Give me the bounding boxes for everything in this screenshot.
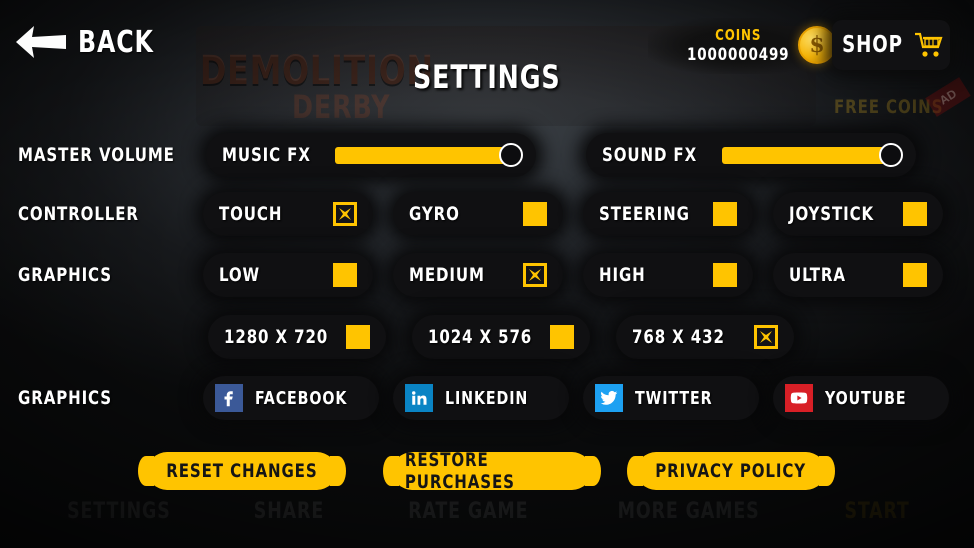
slider-thumb-sound-fx[interactable] bbox=[879, 143, 904, 167]
social-button-facebook[interactable]: FACEBOOK bbox=[203, 376, 379, 420]
checkbox-graphics-low[interactable] bbox=[333, 263, 357, 287]
option-label-touch: TOUCH bbox=[219, 203, 283, 225]
option-controller-gyro[interactable]: GYRO bbox=[393, 192, 563, 236]
slider-track-music-fx[interactable] bbox=[334, 143, 523, 167]
checkbox-resolution-1024x576[interactable] bbox=[550, 325, 574, 349]
privacy-policy-label: PRIVACY POLICY bbox=[655, 460, 807, 482]
check-x-icon bbox=[529, 269, 541, 281]
slider-track-sound-fx[interactable] bbox=[722, 143, 904, 167]
checkbox-graphics-ultra[interactable] bbox=[903, 263, 927, 287]
background-menu-item-rate-game: RATE GAME bbox=[408, 499, 529, 524]
option-controller-touch[interactable]: TOUCH bbox=[203, 192, 373, 236]
page-title-text: SETTINGS bbox=[413, 58, 561, 96]
social-label-youtube: YOUTUBE bbox=[825, 387, 907, 409]
row-social: GRAPHICS FACEBOOK LINKEDIN TWITTER YOUTU… bbox=[0, 376, 974, 420]
row-label-master-volume: MASTER VOLUME bbox=[18, 144, 175, 166]
slider-label-sound-fx: SOUND FX bbox=[602, 144, 698, 166]
slider-music-fx[interactable]: MUSIC FX bbox=[206, 133, 536, 177]
shop-button-label: SHOP bbox=[842, 32, 903, 58]
checkbox-resolution-768x432[interactable] bbox=[754, 325, 778, 349]
option-graphics-ultra[interactable]: ULTRA bbox=[773, 253, 943, 297]
checkbox-controller-touch[interactable] bbox=[333, 202, 357, 226]
background-main-menu: SETTINGS SHARE RATE GAME MORE GAMES STAR… bbox=[0, 499, 974, 538]
option-label-768x432: 768 X 432 bbox=[632, 326, 725, 348]
row-resolution: 1280 X 720 1024 X 576 768 X 432 bbox=[0, 315, 974, 359]
coins-value: 1000000499 bbox=[686, 44, 790, 65]
option-controller-steering[interactable]: STEERING bbox=[583, 192, 753, 236]
reset-changes-label: RESET CHANGES bbox=[166, 460, 318, 482]
privacy-policy-button[interactable]: PRIVACY POLICY bbox=[627, 452, 835, 490]
row-master-volume: MASTER VOLUME MUSIC FX SOUND FX bbox=[0, 133, 974, 177]
social-label-linkedin: LINKEDIN bbox=[445, 387, 529, 409]
background-menu-item-more-games: MORE GAMES bbox=[617, 499, 760, 524]
checkbox-resolution-1280x720[interactable] bbox=[346, 325, 370, 349]
option-controller-joystick[interactable]: JOYSTICK bbox=[773, 192, 943, 236]
option-label-high: HIGH bbox=[599, 264, 646, 286]
option-resolution-1024x576[interactable]: 1024 X 576 bbox=[412, 315, 590, 359]
slider-thumb-music-fx[interactable] bbox=[498, 143, 523, 167]
checkbox-controller-gyro[interactable] bbox=[523, 202, 547, 226]
settings-screen: DEMOLITION DERBY FREE COINS AD SETTINGS … bbox=[0, 0, 974, 548]
row-label-controller: CONTROLLER bbox=[18, 203, 139, 225]
background-free-coins-label: FREE COINS bbox=[833, 96, 944, 118]
checkbox-graphics-medium[interactable] bbox=[523, 263, 547, 287]
option-label-low: LOW bbox=[219, 264, 261, 286]
option-label-1024x576: 1024 X 576 bbox=[428, 326, 533, 348]
option-label-steering: STEERING bbox=[599, 203, 690, 225]
check-x-icon bbox=[760, 331, 772, 343]
shop-button[interactable]: SHOP bbox=[832, 20, 950, 70]
check-x-icon bbox=[339, 208, 351, 220]
option-resolution-768x432[interactable]: 768 X 432 bbox=[616, 315, 794, 359]
social-button-twitter[interactable]: TWITTER bbox=[583, 376, 759, 420]
back-button[interactable]: BACK bbox=[14, 22, 164, 62]
back-button-label: BACK bbox=[78, 24, 154, 60]
option-label-gyro: GYRO bbox=[409, 203, 460, 225]
action-button-row: RESET CHANGES RESTORE PURCHASES PRIVACY … bbox=[0, 449, 974, 496]
option-label-1280x720: 1280 X 720 bbox=[224, 326, 329, 348]
social-button-linkedin[interactable]: LINKEDIN bbox=[393, 376, 569, 420]
checkbox-graphics-high[interactable] bbox=[713, 263, 737, 287]
social-button-youtube[interactable]: YOUTUBE bbox=[773, 376, 949, 420]
background-menu-item-share: SHARE bbox=[253, 499, 324, 524]
coins-label: COINS bbox=[714, 25, 762, 44]
social-label-twitter: TWITTER bbox=[635, 387, 713, 409]
option-resolution-1280x720[interactable]: 1280 X 720 bbox=[208, 315, 386, 359]
option-graphics-low[interactable]: LOW bbox=[203, 253, 373, 297]
option-label-joystick: JOYSTICK bbox=[789, 203, 875, 225]
slider-sound-fx[interactable]: SOUND FX bbox=[586, 133, 916, 177]
social-label-facebook: FACEBOOK bbox=[255, 387, 348, 409]
checkbox-controller-steering[interactable] bbox=[713, 202, 737, 226]
reset-changes-button[interactable]: RESET CHANGES bbox=[138, 452, 346, 490]
option-label-ultra: ULTRA bbox=[789, 264, 846, 286]
restore-purchases-label: RESTORE PURCHASES bbox=[404, 449, 515, 493]
background-menu-item-settings: SETTINGS bbox=[66, 499, 171, 524]
checkbox-controller-joystick[interactable] bbox=[903, 202, 927, 226]
arrow-left-icon bbox=[16, 26, 66, 58]
option-graphics-high[interactable]: HIGH bbox=[583, 253, 753, 297]
row-label-social: GRAPHICS bbox=[18, 387, 113, 409]
shopping-cart-icon bbox=[914, 32, 943, 57]
youtube-icon bbox=[785, 384, 813, 412]
restore-purchases-button[interactable]: RESTORE PURCHASES bbox=[383, 449, 601, 493]
row-graphics-quality: GRAPHICS LOW MEDIUM HIGH ULTRA bbox=[0, 253, 974, 297]
option-label-medium: MEDIUM bbox=[409, 264, 485, 286]
twitter-icon bbox=[595, 384, 623, 412]
row-controller: CONTROLLER TOUCH GYRO STEERING JOYSTICK bbox=[0, 192, 974, 236]
facebook-icon bbox=[215, 384, 243, 412]
background-menu-item-start: START bbox=[844, 499, 910, 524]
linkedin-icon bbox=[405, 384, 433, 412]
coin-icon: $ bbox=[798, 26, 836, 64]
option-graphics-medium[interactable]: MEDIUM bbox=[393, 253, 563, 297]
row-label-graphics-quality: GRAPHICS bbox=[18, 264, 113, 286]
slider-label-music-fx: MUSIC FX bbox=[222, 144, 311, 166]
